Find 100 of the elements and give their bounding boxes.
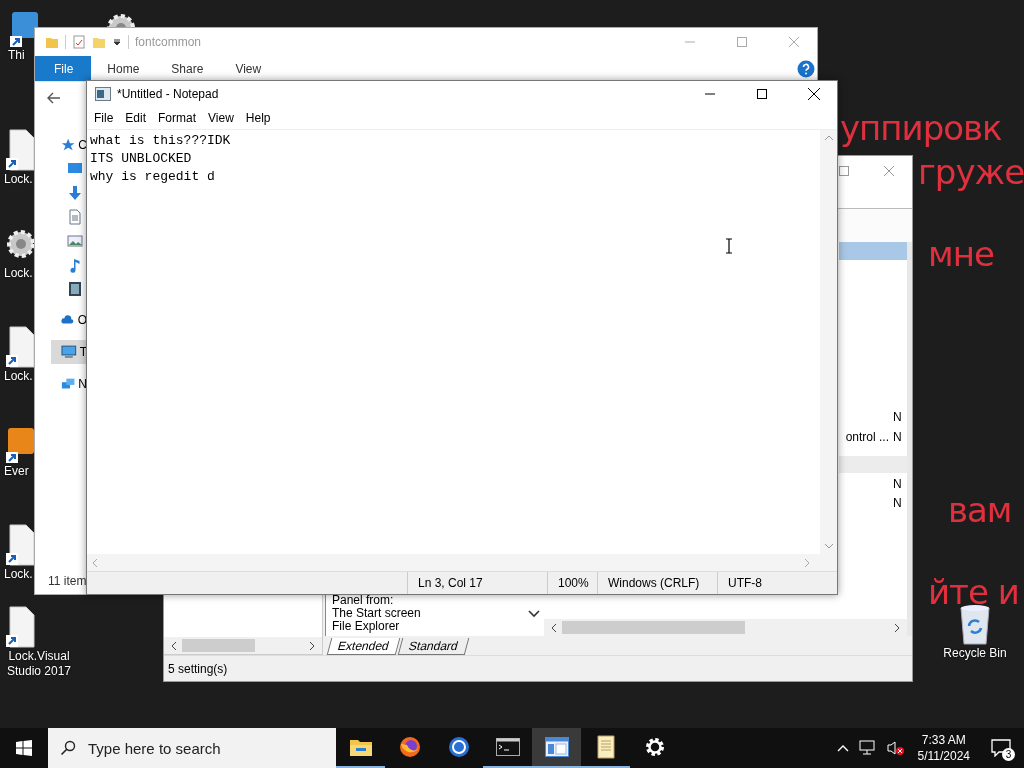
window-icon	[544, 735, 569, 759]
scroll-thumb[interactable]	[562, 621, 745, 634]
scroll-thumb[interactable]	[182, 639, 255, 652]
dropdown-icon[interactable]	[112, 37, 122, 47]
menu-item[interactable]: Format	[152, 111, 203, 125]
icon-label[interactable]: Ever	[4, 464, 29, 479]
table-cell: N	[893, 410, 903, 424]
scroll-down-icon	[823, 542, 834, 550]
icon-label[interactable]: Lock.	[4, 266, 33, 281]
scroll-left-icon	[91, 557, 99, 568]
menu-item[interactable]: View	[202, 111, 240, 125]
icon-label[interactable]: Lock.	[4, 172, 33, 187]
description-line: File Explorer	[332, 620, 400, 633]
scroll-right-icon	[803, 557, 811, 568]
window-title: *Untitled - Notepad	[117, 87, 219, 101]
menu-item[interactable]: File	[88, 111, 120, 125]
table-cell: N	[893, 430, 903, 444]
properties-icon[interactable]	[72, 35, 86, 49]
wallpaper-text: йте и	[928, 572, 1019, 612]
nav-item[interactable]: C	[51, 133, 87, 157]
view-tab[interactable]: Standard	[397, 638, 469, 655]
taskbar-app-button[interactable]	[532, 728, 581, 768]
ribbon-tab[interactable]: Share	[155, 56, 220, 81]
help-icon[interactable]	[797, 59, 815, 78]
network-icon[interactable]	[858, 740, 877, 756]
scroll-left-icon	[170, 640, 178, 651]
text-area[interactable]: what is this???IDK ITS UNBLOCKED why is regedit d	[87, 130, 820, 554]
view-tab[interactable]: Extended	[326, 638, 400, 655]
back-arrow-icon[interactable]	[47, 92, 61, 104]
wallpaper-text: вам	[948, 490, 1012, 530]
star-icon	[61, 137, 76, 153]
menu-item[interactable]: Help	[239, 111, 277, 125]
vertical-scrollbar[interactable]	[820, 130, 837, 554]
horizontal-scrollbar[interactable]	[87, 554, 837, 571]
encoding: UTF-8	[717, 572, 819, 594]
chevron-icon[interactable]	[528, 610, 540, 618]
notepad-icon	[95, 87, 111, 101]
ribbon-tab[interactable]: View	[219, 56, 278, 81]
scroll-up-icon	[823, 134, 834, 142]
ribbon-tab[interactable]: File	[35, 56, 92, 81]
description-line: The Start screen	[332, 607, 421, 620]
icon-label[interactable]: Lock.	[4, 567, 33, 582]
status-text: 11 item	[47, 573, 86, 590]
nav-item[interactable]: N	[51, 372, 87, 396]
horizontal-scrollbar[interactable]	[164, 637, 322, 654]
list-row[interactable]: N	[839, 494, 907, 512]
scroll-left-icon	[550, 622, 558, 633]
close-icon	[808, 88, 820, 100]
list-row[interactable]: ontrol ... N	[839, 428, 907, 446]
description-line: Panel from:	[332, 594, 394, 607]
volume-muted-icon[interactable]	[886, 740, 905, 756]
search-field[interactable]: Type here to search	[48, 728, 336, 768]
status-text: 5 setting(s)	[168, 661, 228, 676]
ribbon-tab[interactable]: Home	[91, 56, 156, 81]
icon-label[interactable]: Lock.Visual Studio 2017	[4, 649, 74, 679]
download-arrow-icon	[67, 185, 83, 201]
wallpaper-text: груже	[918, 152, 1024, 192]
icon-label[interactable]: Recycle Bin	[943, 646, 1007, 661]
circle-browser-icon	[446, 735, 471, 759]
icon-label[interactable]: Lock.	[4, 369, 33, 384]
document-shortcut-icon[interactable]	[4, 605, 38, 649]
message-icon	[991, 739, 1011, 757]
music-note-icon	[67, 257, 83, 273]
close-icon	[884, 166, 894, 176]
text-line: ITS UNBLOCKED	[90, 150, 192, 168]
picture-icon	[67, 233, 83, 249]
scroll-right-icon	[308, 640, 316, 651]
menu-item[interactable]: Edit	[119, 111, 153, 125]
zoom-level: 100%	[547, 572, 597, 594]
maximize-icon	[838, 166, 849, 176]
clock-time[interactable]: 7:33 AM	[921, 732, 966, 748]
list-row[interactable]: N	[839, 408, 907, 426]
wallpaper-text: мне	[928, 234, 994, 274]
table-cell: N	[893, 477, 903, 491]
list-row[interactable]: N	[839, 475, 907, 493]
table-cell: ontrol ...	[845, 430, 889, 444]
text-cursor-icon	[725, 238, 733, 254]
notifications-button[interactable]: 3	[978, 728, 1024, 768]
clock-date[interactable]: 5/11/2024	[917, 748, 970, 764]
line-ending: Windows (CRLF)	[597, 572, 717, 594]
notification-count: 3	[1002, 748, 1015, 761]
cursor-position: Ln 3, Col 17	[407, 572, 547, 594]
window-title: fontcommon	[135, 35, 202, 49]
icon-label[interactable]: Thi	[8, 48, 25, 63]
table-cell: N	[893, 496, 903, 510]
nav-item[interactable]: O	[51, 308, 87, 332]
chevron-up-icon[interactable]	[836, 744, 849, 752]
browser-icon	[397, 735, 422, 759]
document-icon	[67, 209, 83, 225]
computer-icon	[61, 344, 77, 360]
maximize-icon	[757, 89, 767, 99]
horizontal-scrollbar[interactable]	[544, 619, 907, 636]
wallpaper-text: уппировк	[840, 108, 1002, 148]
text-line: why is regedit d	[90, 168, 215, 186]
maximize-icon	[737, 37, 747, 47]
windows-icon	[16, 740, 32, 756]
film-icon	[67, 281, 83, 297]
search-icon	[60, 740, 76, 756]
terminal-icon	[495, 735, 520, 759]
scroll-right-icon	[893, 622, 901, 633]
